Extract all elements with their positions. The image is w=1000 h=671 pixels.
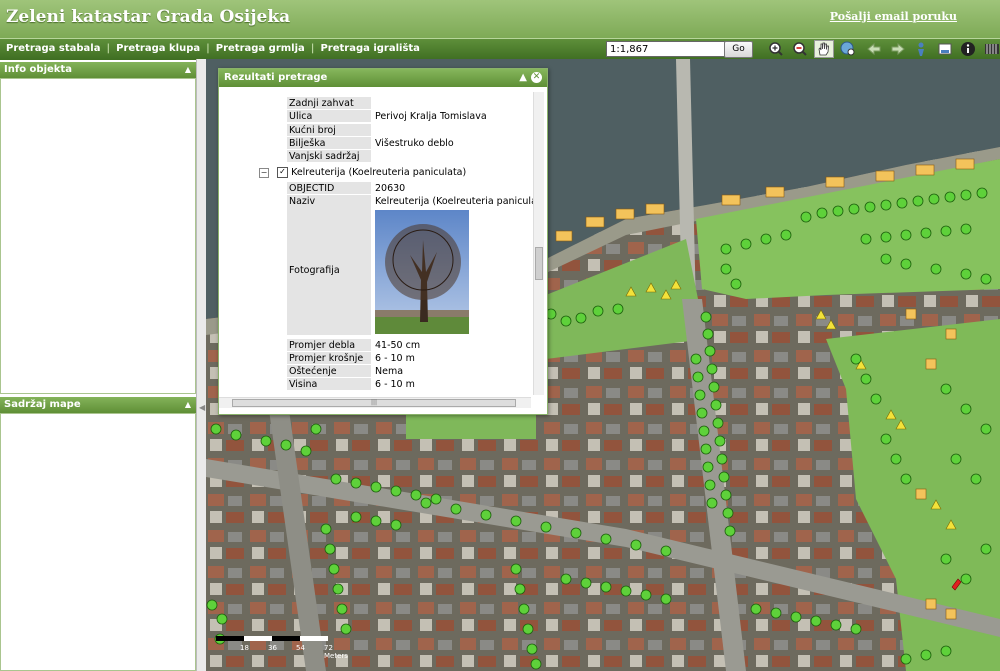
attr-key: Ulica — [287, 110, 371, 122]
scale-bar-graphic — [216, 636, 328, 641]
attr-key: Bilješka — [287, 137, 371, 149]
collapse-icon[interactable]: ▲ — [185, 397, 191, 413]
send-email-link[interactable]: Pošalji email poruku — [830, 10, 957, 23]
zoom-out-icon[interactable] — [792, 41, 808, 57]
results-popup-header[interactable]: Rezultati pretrage ▲ ✕ — [219, 69, 547, 87]
nav-search-shrubs[interactable]: Pretraga grmlja — [216, 43, 305, 54]
horizontal-scrollbar[interactable]: ||| — [219, 397, 531, 408]
toolbar: Pretraga stabala | Pretraga klupa | Pretraga… — [0, 38, 1000, 60]
grid-icon[interactable] — [984, 41, 1000, 57]
attr-value: Nema — [375, 366, 404, 377]
minimize-icon[interactable]: ▲ — [519, 69, 527, 87]
print-icon[interactable] — [937, 41, 953, 57]
zoom-in-icon[interactable] — [768, 41, 784, 57]
scale-label-18: 18 — [240, 644, 249, 652]
back-arrow-icon[interactable] — [866, 41, 882, 57]
attr-value: 6 - 10 m — [375, 353, 415, 364]
attr-value: 41-50 cm — [375, 340, 421, 351]
nav-search-trees[interactable]: Pretraga stabala — [6, 43, 100, 54]
forward-arrow-icon[interactable] — [890, 41, 906, 57]
attr-value: 20630 — [375, 183, 406, 194]
measure-icon[interactable] — [913, 41, 929, 57]
attr-key: Promjer debla — [287, 339, 371, 351]
nav-separator: | — [310, 43, 315, 54]
attr-key: Kućni broj — [287, 124, 371, 136]
content-panel-header[interactable]: Sadržaj mape ▲ — [0, 397, 196, 413]
scale-label-36: 36 — [268, 644, 277, 652]
scale-input[interactable] — [606, 41, 726, 57]
result-node-label: Kelreuterija (Koelreuteria paniculata) — [291, 167, 467, 178]
app-title: Zeleni katastar Grada Osijeka — [6, 7, 291, 27]
results-popup[interactable]: Rezultati pretrage ▲ ✕ Zadnji zahvat Uli… — [218, 68, 548, 415]
layer-checkbox[interactable]: ✓ — [277, 167, 289, 178]
content-panel-title: Sadržaj mape — [4, 399, 81, 410]
attr-value: Perivoj Kralja Tomislava — [375, 111, 487, 122]
scroll-thumb[interactable]: ||| — [232, 399, 516, 407]
attr-key: Oštećenje krošnje — [287, 365, 371, 390]
pan-hand-icon[interactable] — [814, 40, 834, 58]
attr-key: OBJECTID — [287, 182, 371, 194]
photo-label-cell: Fotografija — [287, 207, 371, 335]
attr-value: 6 - 10 m — [375, 379, 415, 390]
search-nav: Pretraga stabala | Pretraga klupa | Pretraga… — [6, 43, 420, 54]
map-scale-bar: 18 36 54 72 Meters — [216, 636, 356, 660]
scale-label-54: 54 — [296, 644, 305, 652]
collapse-icon[interactable]: ▲ — [185, 62, 191, 78]
splitter-grip-icon[interactable]: ◀ — [199, 403, 205, 412]
attr-key: Promjer krošnje — [287, 352, 371, 364]
globe-zoom-icon[interactable] — [840, 41, 856, 57]
attr-value: Kelreuterija (Koelreuteria paniculata) — [375, 196, 535, 207]
attr-key: Visina — [287, 378, 371, 390]
tree-photo[interactable] — [375, 210, 469, 334]
scale-label-72: 72 Meters — [324, 644, 348, 660]
app-header: Zeleni katastar Grada Osijeka Pošalji em… — [0, 0, 1000, 38]
collapse-node-icon[interactable]: − — [259, 167, 269, 178]
close-icon[interactable]: ✕ — [531, 72, 542, 83]
scroll-thumb[interactable] — [535, 247, 543, 280]
result-tree-node[interactable]: − ✓ Kelreuterija (Koelreuteria paniculat… — [259, 167, 466, 178]
nav-separator: | — [206, 43, 210, 54]
info-panel-body — [0, 78, 196, 394]
attr-value: Višestruko deblo — [375, 138, 454, 149]
info-icon[interactable] — [960, 41, 976, 57]
nav-search-benches[interactable]: Pretraga klupa — [116, 43, 200, 54]
results-content: Zadnji zahvat Ulica Perivoj Kralja Tomis… — [219, 88, 547, 414]
attr-key: Zadnji zahvat — [287, 97, 371, 109]
attr-key: Vanjski sadržaj — [287, 150, 371, 162]
nav-search-playgrounds[interactable]: Pretraga igrališta — [320, 43, 420, 54]
vertical-scrollbar[interactable] — [533, 92, 544, 395]
results-popup-title: Rezultati pretrage — [224, 72, 328, 83]
attr-key: Naziv — [287, 195, 371, 207]
content-panel-body — [0, 413, 196, 671]
info-panel-title: Info objekta — [4, 64, 72, 75]
info-panel-header[interactable]: Info objekta ▲ — [0, 62, 196, 78]
nav-separator: | — [106, 43, 111, 54]
photo-label: Fotografija — [289, 265, 340, 276]
go-button[interactable]: Go — [724, 41, 753, 58]
